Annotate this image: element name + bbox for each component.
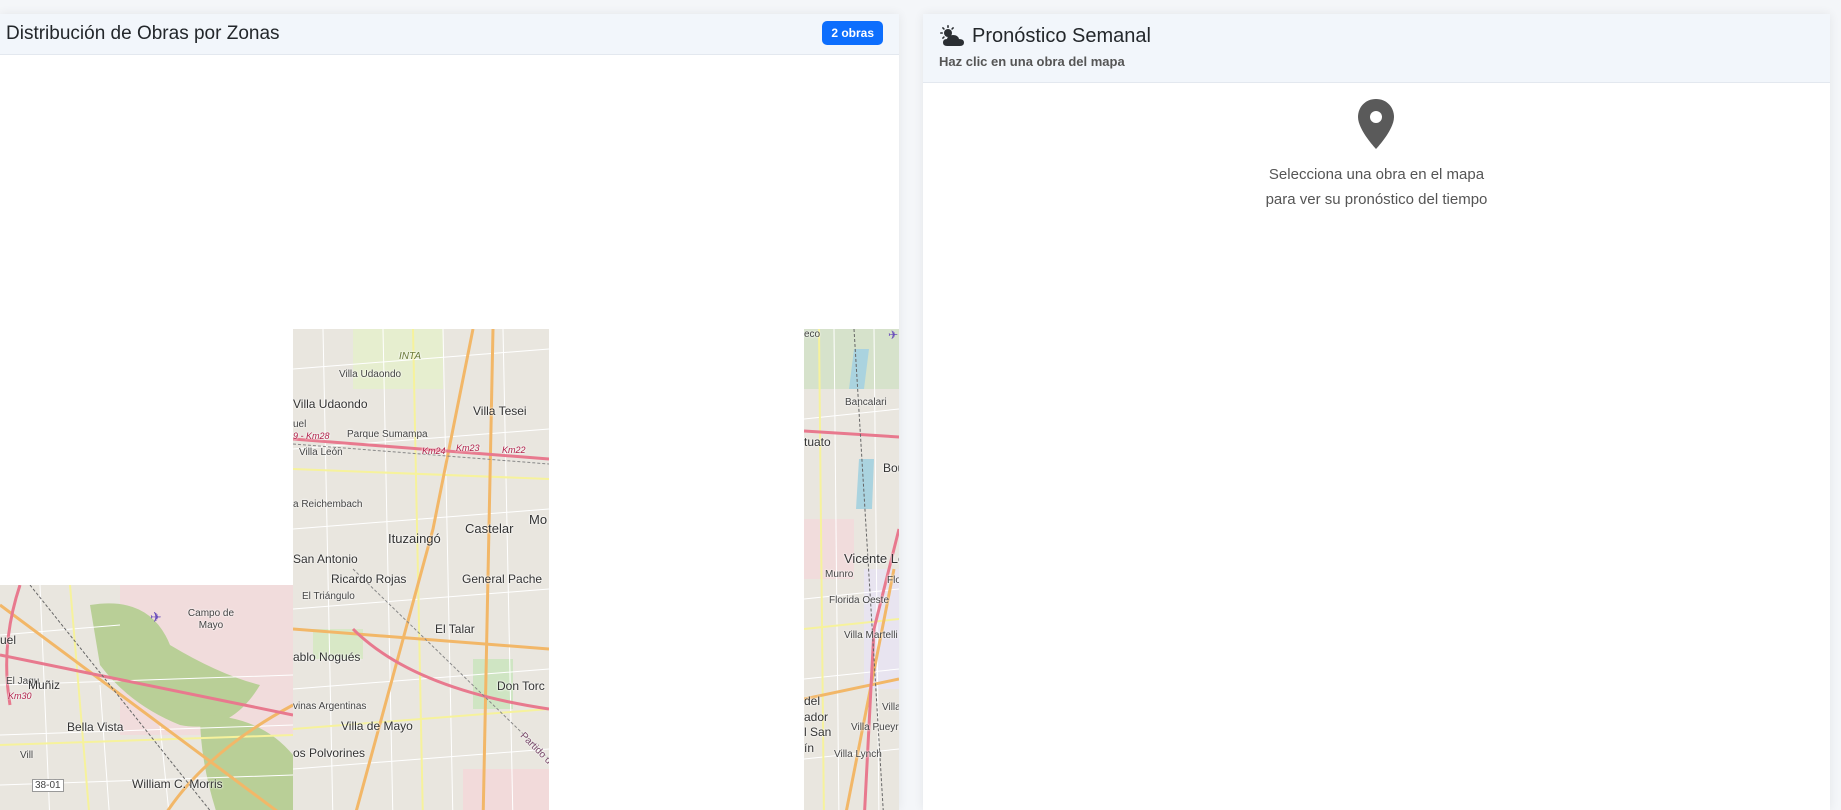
map-place-label: Villa de Mayo (341, 719, 413, 733)
map-place-label: del (804, 694, 821, 708)
map-place-label: Muñiz (28, 678, 61, 692)
map-place-label: Vill (20, 750, 34, 761)
map-place-label: El Triángulo (302, 591, 355, 602)
map-place-label: Mo (529, 512, 548, 527)
map-place-label: Bella Vista (67, 720, 124, 734)
map-place-label: 9 - Km28 (293, 431, 330, 441)
map-place-label: Florida Oeste (829, 595, 890, 606)
map-pin-icon (1358, 99, 1394, 149)
map-tile[interactable]: ✈ Campo de Mayo uel El Jagu Muñiz Km30 B… (0, 585, 293, 810)
map-place-label: uel (293, 419, 307, 430)
map-place-label: 38-01 (32, 779, 64, 792)
works-count-badge: 2 obras (822, 21, 883, 45)
empty-state-line-1: Selecciona una obra en el mapa (1268, 166, 1485, 183)
map-place-label: Villa Udaondo (339, 369, 402, 380)
map-place-label: Ricardo Rojas (331, 572, 407, 586)
map-place-label: Castelar (465, 521, 514, 536)
zones-map-card: Distribución de Obras por Zonas 2 obras (0, 14, 899, 810)
map-place-label: Villa Martelli (844, 630, 898, 641)
forecast-title: Pronóstico Semanal (972, 25, 1151, 47)
map-place-label: Villa León (299, 447, 343, 458)
map-place-label: San Antonio (293, 552, 358, 566)
map-place-label: Ituzaingó (388, 531, 441, 546)
map-place-label: eco (804, 329, 821, 340)
map-place-label: Villa Lynch (834, 749, 882, 760)
map-place-label: Munro (825, 569, 854, 580)
forecast-subtitle: Haz clic en una obra del mapa (939, 54, 1125, 69)
map-place-label: uel (0, 633, 17, 647)
forecast-card-header: Pronóstico Semanal Haz clic en una obra … (923, 14, 1830, 83)
map-place-label: El Talar (435, 622, 475, 636)
map-place-label: Bancalari (845, 397, 887, 408)
map-place-label: ablo Nogués (293, 650, 361, 664)
map-place-label: Parque Sumampa (347, 429, 428, 440)
map-place-label: l San (804, 725, 832, 739)
map-place-label: ín (804, 741, 815, 755)
weather-forecast-card: Pronóstico Semanal Haz clic en una obra … (923, 14, 1830, 810)
map-place-label: Campo de Mayo (187, 608, 235, 631)
map-place-label: ador (804, 710, 829, 724)
map-place-label: os Polvorines (293, 746, 366, 760)
map-place-label: Don Torc (497, 679, 545, 693)
map-card-title: Distribución de Obras por Zonas (6, 23, 280, 44)
map-place-label: Km24 (422, 446, 446, 456)
map-place-label: General Pache (462, 572, 543, 586)
map-place-label: Villa Tesei (473, 404, 527, 418)
map-place-label: Vicente Lóp (844, 551, 899, 566)
map-tile[interactable]: ✈ eco Bancalari tuato Bou Vicente Lóp Mu… (804, 329, 899, 810)
svg-text:✈: ✈ (150, 610, 162, 626)
map-place-label: tuato (804, 435, 831, 449)
map-tile[interactable]: INTA Villa Udaondo Villa Udaondo Villa T… (293, 329, 549, 810)
cloud-sun-icon (939, 25, 964, 46)
empty-state-line-2: para ver su pronóstico del tiempo (1265, 191, 1488, 208)
map-place-label: Km30 (8, 691, 32, 701)
map-place-label: Flo (887, 575, 899, 586)
map-place-label: Villa (882, 702, 899, 713)
map-place-label: Km23 (456, 443, 480, 453)
map-place-label: vinas Argentinas (293, 701, 367, 712)
map-view[interactable]: INTA Villa Udaondo Villa Udaondo Villa T… (0, 55, 899, 810)
map-card-header: Distribución de Obras por Zonas 2 obras (0, 14, 899, 55)
map-place-label: Km22 (502, 445, 526, 455)
map-place-label: a Reichembach (293, 499, 363, 510)
map-place-label: William C. Morris (132, 777, 223, 791)
map-place-label: Bou (883, 461, 899, 475)
map-place-label: Villa Udaondo (293, 397, 368, 411)
map-place-label: Villa Pueyrred (851, 722, 899, 733)
map-place-label: INTA (399, 351, 422, 362)
svg-text:✈: ✈ (888, 329, 898, 342)
